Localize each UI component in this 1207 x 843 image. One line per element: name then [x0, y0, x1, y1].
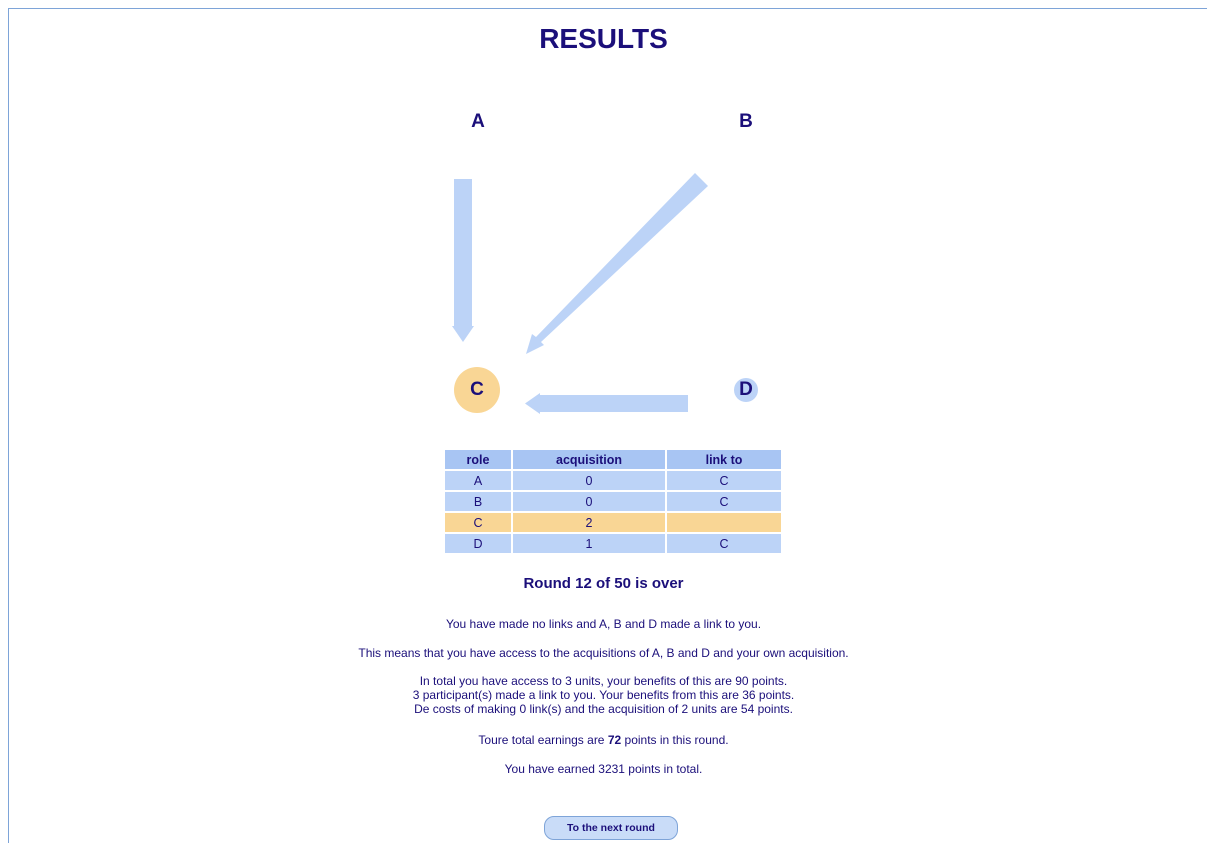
earnings-suffix: points in this round. [621, 733, 729, 747]
header-acquisition: acquisition [511, 448, 667, 471]
cell-role: D [443, 532, 513, 555]
table-row: D 1 C [443, 532, 783, 555]
table-row: B 0 C [443, 490, 783, 513]
arrow-d-to-c [525, 393, 688, 414]
table-row-self: C 2 [443, 511, 783, 534]
cell-link-to: C [665, 469, 783, 492]
cell-link-to [665, 511, 783, 534]
cell-acquisition: 0 [511, 490, 667, 513]
header-link-to: link to [665, 448, 783, 471]
cell-acquisition: 2 [511, 511, 667, 534]
cell-acquisition: 1 [511, 532, 667, 555]
arrow-b-to-c [526, 173, 708, 354]
next-round-button[interactable]: To the next round [544, 816, 678, 840]
total-earnings: You have earned 3231 points in total. [504, 762, 703, 776]
earnings-prefix: Toure total earnings are [478, 733, 608, 747]
cell-role: C [443, 511, 513, 534]
cell-acquisition: 0 [511, 469, 667, 492]
link-arrows [452, 173, 708, 414]
cell-link-to: C [665, 490, 783, 513]
access-summary: This means that you have access to the a… [358, 646, 849, 660]
header-role: role [443, 448, 513, 471]
table-header-row: role acquisition link to [443, 448, 783, 471]
cell-role: A [443, 469, 513, 492]
results-table: role acquisition link to A 0 C B 0 C C 2… [443, 448, 783, 555]
table-row: A 0 C [443, 469, 783, 492]
round-earnings: Toure total earnings are 72 points in th… [0, 733, 1207, 747]
cell-role: B [443, 490, 513, 513]
benefits-units: In total you have access to 3 units, you… [419, 674, 788, 688]
arrow-a-to-c [452, 179, 474, 342]
round-status: Round 12 of 50 is over [523, 575, 684, 592]
links-summary: You have made no links and A, B and D ma… [445, 617, 762, 631]
benefits-links: 3 participant(s) made a link to you. You… [412, 688, 795, 702]
cell-link-to: C [665, 532, 783, 555]
earnings-value: 72 [607, 733, 622, 747]
costs-summary: De costs of making 0 link(s) and the acq… [414, 702, 793, 716]
